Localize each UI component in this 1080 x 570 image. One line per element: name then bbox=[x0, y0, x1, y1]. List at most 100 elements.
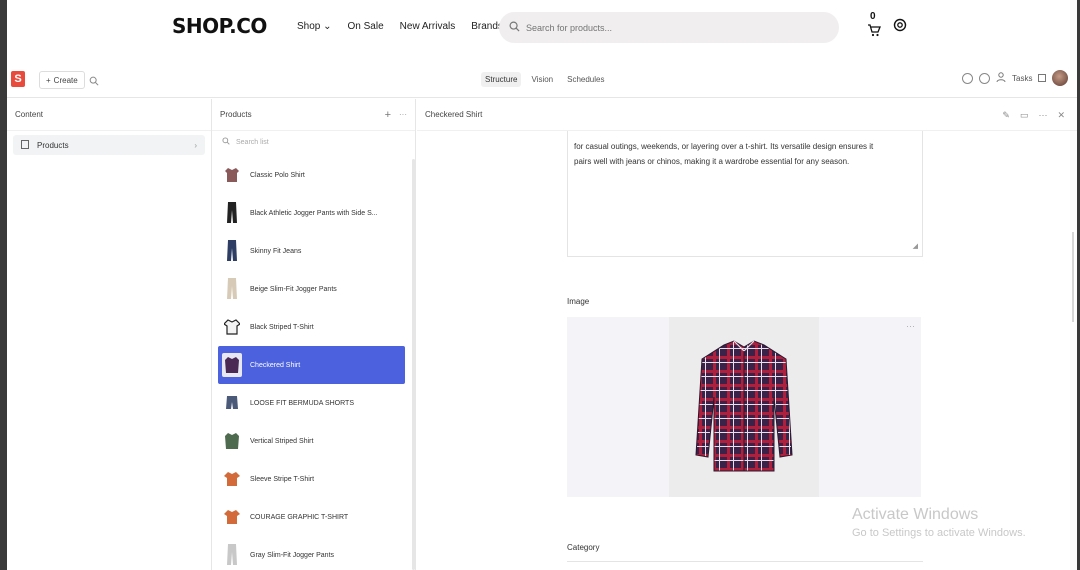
content-item-products[interactable]: Products › bbox=[13, 135, 205, 155]
category-field-label: Category bbox=[567, 543, 600, 552]
tab-vision[interactable]: Vision bbox=[527, 72, 557, 87]
content-pane-title: Content bbox=[7, 99, 211, 131]
close-icon[interactable]: ✕ bbox=[1057, 110, 1065, 121]
striped-tshirt-icon bbox=[222, 315, 242, 339]
product-list-item[interactable]: Beige Slim-Fit Jogger Pants bbox=[218, 270, 405, 308]
users-icon[interactable] bbox=[996, 71, 1006, 85]
document-icon bbox=[21, 139, 29, 151]
more-icon[interactable]: ··· bbox=[1038, 110, 1047, 121]
create-label: Create bbox=[53, 75, 78, 85]
product-list-item[interactable]: Skinny Fit Jeans bbox=[218, 232, 405, 270]
product-list-item[interactable]: Black Striped T-Shirt bbox=[218, 308, 405, 346]
account-icon[interactable] bbox=[893, 18, 907, 37]
document-title: Checkered Shirt bbox=[425, 110, 483, 119]
black-pants-icon bbox=[222, 201, 242, 225]
comment-icon[interactable]: ▭ bbox=[1020, 110, 1029, 121]
resize-handle-icon[interactable]: ◢ bbox=[913, 239, 918, 254]
studio-toolbar: S + Create Structure Vision Schedules Ta… bbox=[7, 62, 1077, 98]
description-line-1: for casual outings, weekends, or layerin… bbox=[574, 142, 874, 151]
product-list-item-label: LOOSE FIT BERMUDA SHORTS bbox=[250, 399, 354, 407]
search-icon bbox=[222, 137, 230, 147]
add-icon[interactable]: + bbox=[385, 109, 391, 121]
watermark-line-1: Activate Windows bbox=[852, 506, 979, 523]
nav-new-arrivals[interactable]: New Arrivals bbox=[400, 21, 456, 32]
content-item-label: Products bbox=[37, 140, 69, 150]
image-field-label: Image bbox=[567, 297, 590, 306]
beige-pants-icon bbox=[222, 277, 242, 301]
shorts-icon bbox=[222, 391, 242, 415]
product-list-item-label: Gray Slim-Fit Jogger Pants bbox=[250, 551, 335, 559]
document-header-icons: ✎ ▭ ··· ✕ bbox=[1002, 110, 1065, 121]
plus-icon: + bbox=[46, 75, 51, 85]
toolbar-right: Tasks bbox=[962, 70, 1069, 86]
more-icon[interactable]: ··· bbox=[399, 110, 407, 119]
product-list-item[interactable]: Sleeve Stripe T-Shirt bbox=[218, 460, 405, 498]
products-pane-title: Products bbox=[220, 110, 252, 119]
tasks-panel-icon[interactable] bbox=[1038, 74, 1047, 82]
product-image bbox=[669, 317, 819, 497]
description-line-2: pairs well with jeans or chinos, making … bbox=[574, 157, 850, 166]
studio-tabs: Structure Vision Schedules bbox=[481, 72, 608, 87]
products-scrollbar[interactable] bbox=[412, 159, 415, 570]
product-list-item[interactable]: Black Athletic Jogger Pants with Side S.… bbox=[218, 194, 405, 232]
image-field[interactable]: ··· bbox=[567, 317, 921, 497]
product-list-item-label: Classic Polo Shirt bbox=[250, 171, 305, 179]
product-list-item-label: Black Athletic Jogger Pants with Side S.… bbox=[250, 209, 378, 217]
watermark-line-2: Go to Settings to activate Windows. bbox=[852, 527, 1026, 539]
edit-icon[interactable]: ✎ bbox=[1002, 110, 1010, 121]
products-search-placeholder: Search list bbox=[236, 138, 269, 146]
products-search[interactable]: Search list bbox=[212, 132, 415, 152]
sync-icon[interactable] bbox=[962, 72, 973, 84]
studio-search-icon[interactable] bbox=[89, 73, 99, 91]
document-scrollbar[interactable] bbox=[1072, 232, 1074, 322]
tasks-label[interactable]: Tasks bbox=[1012, 74, 1032, 83]
chevron-right-icon: › bbox=[194, 140, 197, 150]
tab-schedules[interactable]: Schedules bbox=[563, 72, 608, 87]
product-list-item[interactable]: LOOSE FIT BERMUDA SHORTS bbox=[218, 384, 405, 422]
left-frame-edge bbox=[0, 0, 7, 570]
brand-logo[interactable]: SHOP.CO bbox=[172, 14, 267, 38]
product-list-item[interactable]: COURAGE GRAPHIC T-SHIRT bbox=[218, 498, 405, 536]
product-list-item-label: Sleeve Stripe T-Shirt bbox=[250, 475, 315, 483]
windows-activation-watermark: Activate Windows Go to Settings to activ… bbox=[852, 506, 1026, 539]
studio-logo[interactable]: S bbox=[11, 71, 25, 87]
product-list-item[interactable]: Checkered Shirt bbox=[218, 346, 405, 384]
create-button[interactable]: + Create bbox=[39, 71, 85, 89]
checkered-shirt-icon bbox=[222, 353, 242, 377]
orange-tshirt-icon bbox=[222, 467, 242, 491]
nav-shop[interactable]: Shop ⌄ bbox=[297, 21, 332, 32]
product-list-item-label: Skinny Fit Jeans bbox=[250, 247, 302, 255]
description-field[interactable]: for casual outings, weekends, or layerin… bbox=[567, 131, 923, 257]
document-pane: Checkered Shirt ✎ ▭ ··· ✕ for casual out… bbox=[417, 99, 1077, 570]
products-pane: Products + ··· Search list Classic Polo … bbox=[212, 99, 416, 570]
product-list-item-label: Vertical Striped Shirt bbox=[250, 437, 314, 445]
gray-pants-icon bbox=[222, 543, 242, 567]
cart-button[interactable]: 0 bbox=[867, 11, 881, 36]
storefront-nav: Shop ⌄ On Sale New Arrivals Brands bbox=[297, 21, 503, 32]
product-list-item[interactable]: Vertical Striped Shirt bbox=[218, 422, 405, 460]
more-icon[interactable]: ··· bbox=[906, 321, 915, 331]
storefront-header: SHOP.CO Shop ⌄ On Sale New Arrivals Bran… bbox=[7, 0, 1077, 58]
tab-structure[interactable]: Structure bbox=[481, 72, 522, 87]
document-pane-header: Checkered Shirt ✎ ▭ ··· ✕ bbox=[417, 99, 1077, 131]
cart-count-badge: 0 bbox=[870, 10, 876, 22]
cart-icon bbox=[868, 23, 881, 36]
product-list-item[interactable]: Gray Slim-Fit Jogger Pants bbox=[218, 536, 405, 570]
storefront-icons: 0 bbox=[867, 11, 907, 37]
product-list-item-label: COURAGE GRAPHIC T-SHIRT bbox=[250, 513, 349, 521]
category-field[interactable] bbox=[567, 561, 923, 570]
storefront-search[interactable] bbox=[499, 12, 839, 43]
products-list: Classic Polo Shirt Black Athletic Jogger … bbox=[212, 156, 405, 570]
product-list-item-label: Checkered Shirt bbox=[250, 361, 301, 369]
avatar[interactable] bbox=[1052, 70, 1069, 86]
product-list-item-label: Black Striped T-Shirt bbox=[250, 323, 314, 331]
content-pane: Content Products › bbox=[7, 99, 212, 570]
storefront-search-input[interactable] bbox=[526, 22, 806, 33]
product-list-item-label: Beige Slim-Fit Jogger Pants bbox=[250, 285, 337, 293]
green-shirt-icon bbox=[222, 429, 242, 453]
orange-tshirt-icon bbox=[222, 505, 242, 529]
nav-on-sale[interactable]: On Sale bbox=[348, 21, 384, 32]
search-icon bbox=[509, 19, 520, 37]
help-icon[interactable] bbox=[979, 72, 990, 84]
product-list-item[interactable]: Classic Polo Shirt bbox=[218, 156, 405, 194]
